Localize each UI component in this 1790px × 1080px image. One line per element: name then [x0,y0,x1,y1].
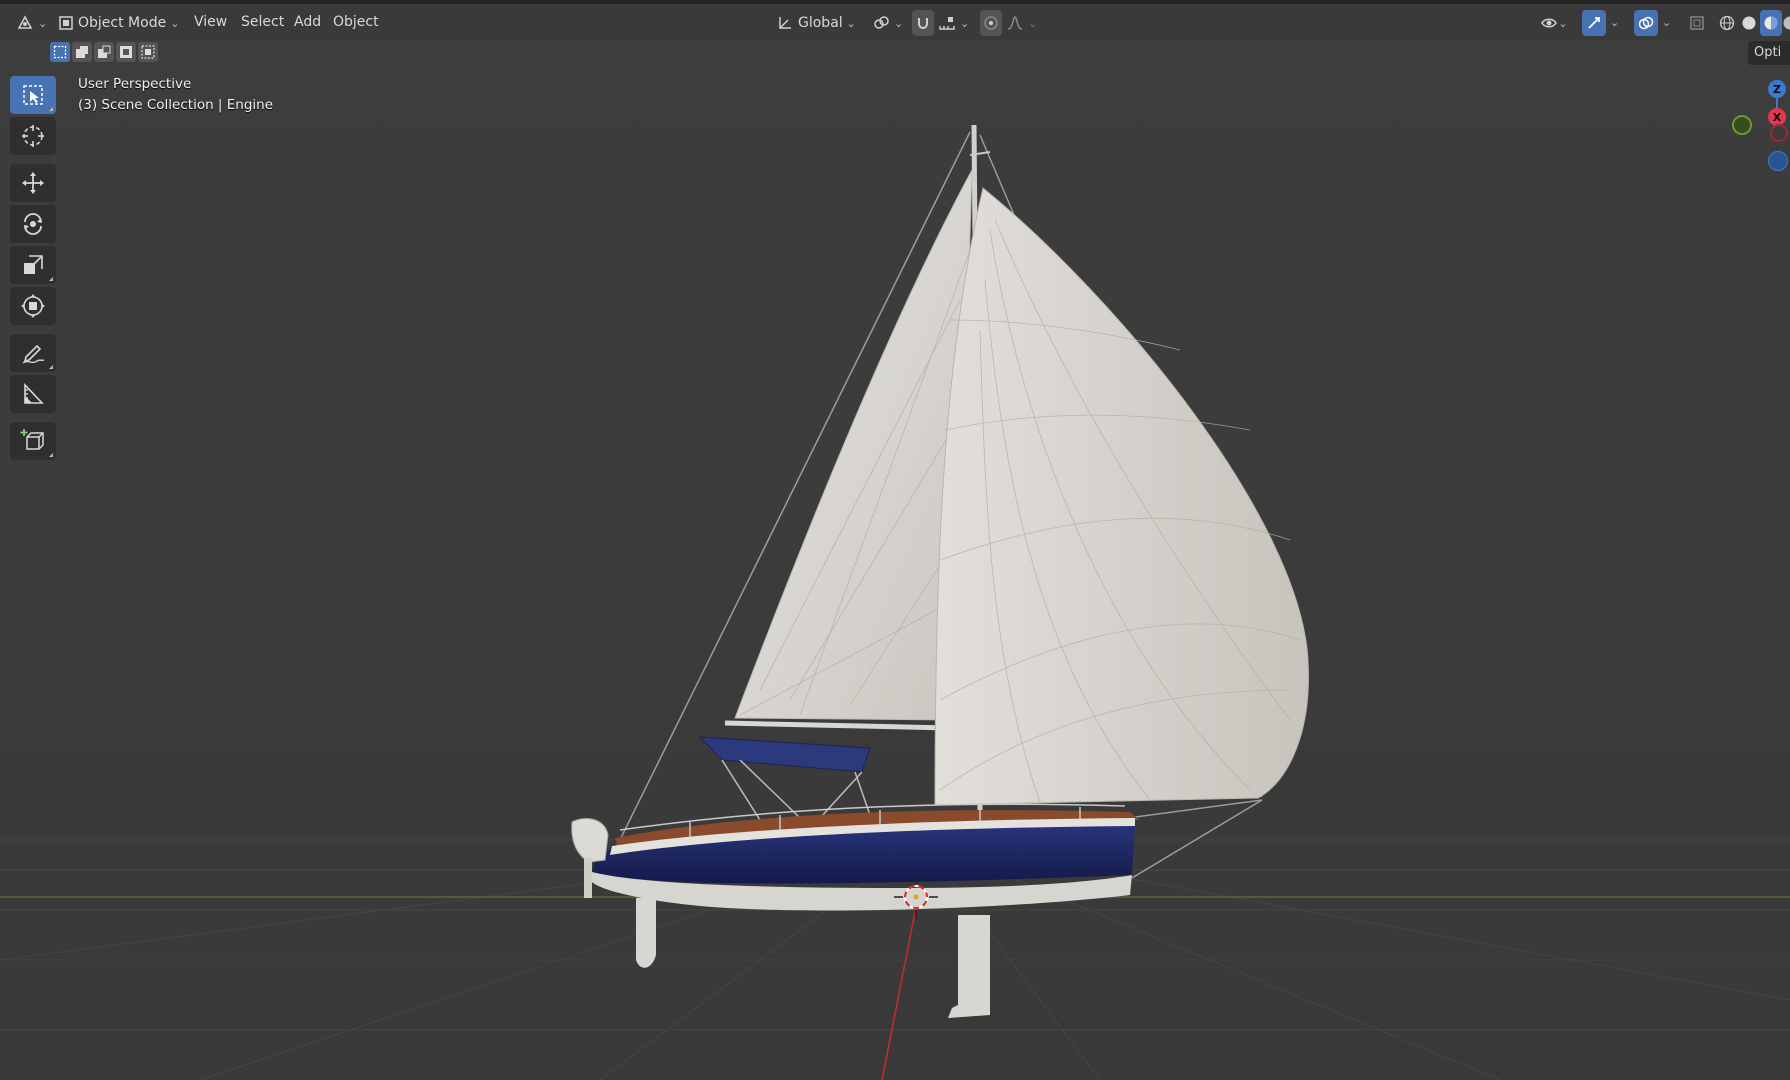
tool-cursor[interactable] [10,117,56,155]
tool-move[interactable] [10,164,56,202]
eye-icon [1541,18,1558,28]
proportional-edit-icon [984,16,998,30]
navigation-gizmo[interactable]: Z X [1720,76,1790,176]
wireframe-shading-button[interactable] [1716,10,1738,36]
falloff-curve-icon [1007,16,1023,30]
collection-label: (3) Scene Collection | Engine [78,97,274,113]
select-extend-icon [76,46,88,58]
gizmo-x-label: X [1772,110,1782,124]
select-new-icon [53,45,67,59]
snap-target-dropdown[interactable]: ⌄ [938,10,972,36]
falloff-dropdown[interactable]: ⌄ [1006,10,1040,36]
select-box-icon [23,85,43,105]
tool-shelf [10,76,58,463]
tool-annotate[interactable] [10,334,56,372]
3d-viewport[interactable]: ⌄ Object Mode ⌄ View Select Add Object G… [0,0,1790,1080]
scale-icon [24,255,43,274]
xray-toggle[interactable] [1686,10,1708,36]
move-icon [22,172,44,194]
chevron-down-icon: ⌄ [38,16,48,30]
tool-select-box[interactable] [10,76,56,114]
chevron-down-icon: ⌄ [960,16,970,30]
chevron-down-icon: ⌄ [894,16,904,30]
solid-shading-button[interactable] [1738,10,1760,36]
select-extend-button[interactable] [72,42,92,62]
gizmo-toggle[interactable] [1582,10,1606,36]
tool-variants-indicator [49,107,53,111]
boom [724,720,951,731]
material-sphere-icon [1764,16,1778,30]
perspective-label: User Perspective [78,76,192,92]
chevron-down-icon[interactable]: ⌄ [1610,16,1619,29]
solid-sphere-icon [1742,16,1756,30]
gizmo-neg-y-axis[interactable] [1732,115,1752,135]
rudder [636,898,656,968]
chevron-down-icon: ⌄ [1558,16,1568,30]
orientation-icon [779,17,791,29]
object-mode-icon [59,16,73,30]
y-axis-line [881,896,919,1080]
select-new-button[interactable] [50,42,70,62]
menu-add[interactable]: Add [294,14,321,30]
gizmo-neg-z-axis[interactable] [1768,151,1788,171]
pivot-icon [874,16,889,29]
add-cube-icon [20,429,44,450]
select-intersect-button[interactable] [138,42,158,62]
transform-orientation-dropdown[interactable]: Global ⌄ [776,10,864,36]
xray-icon [1690,16,1704,30]
measure-ruler-icon [24,382,44,404]
pivot-point-dropdown[interactable]: ⌄ [872,10,906,36]
headsail [934,187,1309,806]
overlays-toggle[interactable] [1634,10,1658,36]
snap-increment-icon [939,17,955,30]
editor-type-button[interactable]: ⌄ [16,10,48,36]
menu-object[interactable]: Object [333,14,379,30]
scene-render [0,124,1790,1080]
keel [948,915,990,1018]
select-subtract-icon [98,45,111,58]
tool-variants-indicator [49,277,53,281]
tool-measure[interactable] [10,375,56,413]
tool-add-cube[interactable] [10,422,56,460]
editor-type-icon [17,15,33,29]
mode-label: Object Mode [78,15,167,31]
rotate-icon [24,213,42,235]
orientation-label: Global [798,15,843,31]
visibility-dropdown[interactable]: ⌄ [1536,10,1572,36]
transform-icon [21,294,45,318]
tool-rotate[interactable] [10,205,56,243]
annotate-pencil-icon [22,344,45,364]
select-invert-button[interactable] [116,42,136,62]
menu-view[interactable]: View [194,14,227,30]
menu-select[interactable]: Select [241,14,284,30]
rendered-sphere-icon [1783,16,1790,30]
mode-dropdown[interactable]: Object Mode ⌄ [58,10,180,36]
material-shading-button[interactable] [1760,10,1782,36]
overlays-icon [1638,16,1654,30]
viewport-header: ⌄ Object Mode ⌄ View Select Add Object G… [0,4,1790,40]
cursor-icon [22,125,44,147]
chevron-down-icon: ⌄ [846,16,856,30]
snap-toggle[interactable] [912,10,934,36]
selection-mode-group [50,42,158,64]
tool-transform[interactable] [10,287,56,325]
chevron-down-icon: ⌄ [1028,16,1038,30]
gizmo-z-label: Z [1773,82,1781,96]
rendered-shading-button[interactable] [1782,10,1790,36]
gizmo-icon [1588,17,1600,29]
options-tab[interactable]: Opti [1748,41,1790,65]
select-invert-icon [120,46,132,58]
proportional-edit-toggle[interactable] [980,10,1002,36]
gizmo-z-axis[interactable]: Z [1768,80,1786,98]
gizmo-neg-x-axis[interactable] [1770,124,1788,142]
magnet-icon [918,18,928,29]
tool-variants-indicator [49,453,53,457]
chevron-down-icon: ⌄ [170,16,180,30]
chevron-down-icon[interactable]: ⌄ [1662,16,1671,29]
wireframe-sphere-icon [1719,15,1735,31]
select-intersect-icon [141,45,155,59]
tool-variants-indicator [49,365,53,369]
tool-scale[interactable] [10,246,56,284]
select-subtract-button[interactable] [94,42,114,62]
